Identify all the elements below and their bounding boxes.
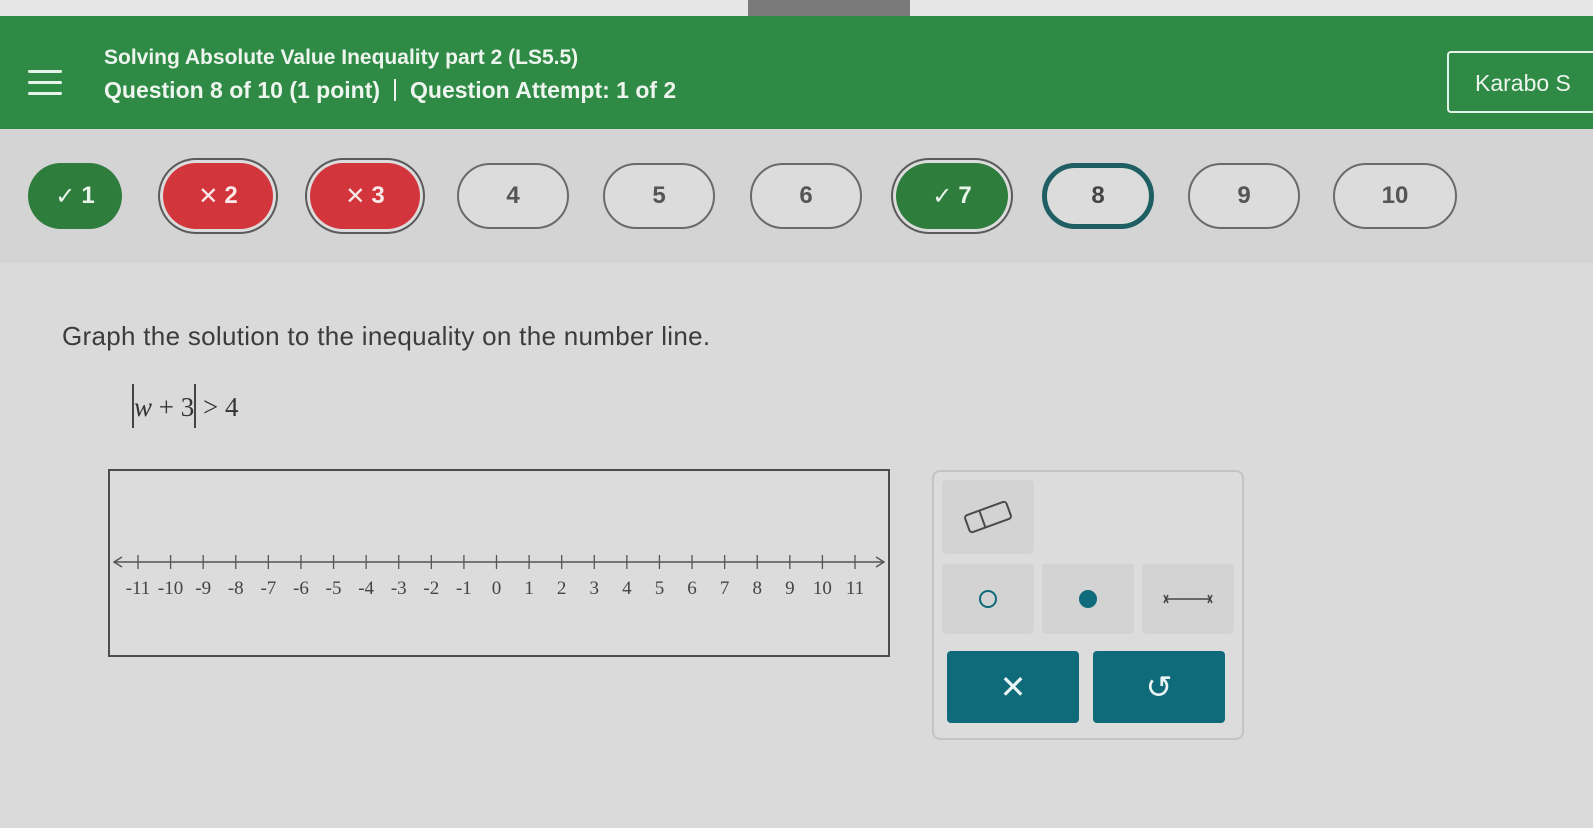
tick-label: 4 (622, 578, 632, 599)
question-prompt: Graph the solution to the inequality on … (62, 321, 711, 351)
assignment-title: Solving Absolute Value Inequality part 2… (104, 46, 579, 69)
tick-label: -6 (293, 578, 309, 599)
undo-button[interactable]: ↺ (1093, 651, 1225, 723)
question-nav-label: 3 (371, 182, 385, 209)
tick-label: -4 (358, 578, 374, 599)
question-nav-label: 4 (506, 182, 520, 209)
question-nav-10[interactable]: 10 (1333, 163, 1457, 229)
expression-relation: > 4 (196, 392, 239, 422)
check-icon: ✓ (55, 182, 76, 210)
tick-label: 0 (492, 578, 502, 599)
question-nav-label: 2 (224, 182, 238, 209)
question-nav-7[interactable]: ✓ 7 (896, 163, 1008, 229)
tick-label: -8 (228, 578, 244, 599)
tick-label: -1 (456, 578, 472, 599)
tick-label: 1 (524, 578, 534, 599)
number-line-svg: -11 -10 -9 -8 -7 -6 -5 -4 -3 -2 -1 0 1 2 3 4 5 6 7 8 9 10 11 (112, 555, 886, 599)
question-nav-label: 1 (81, 182, 95, 209)
tick-label: 5 (655, 578, 665, 599)
closed-point-tool[interactable] (1042, 564, 1134, 634)
clear-icon: ✕ (999, 669, 1027, 705)
question-nav-5[interactable]: 5 (603, 163, 715, 229)
question-nav-label: 6 (799, 182, 813, 209)
question-nav-2[interactable]: ✕ 2 (163, 163, 273, 229)
tick-label: 2 (557, 578, 567, 599)
question-nav-label: 5 (652, 182, 666, 209)
expression-variable: w (134, 392, 153, 422)
tick-label: 11 (846, 578, 864, 599)
tick-label: 7 (720, 578, 730, 599)
tick-label: 9 (785, 578, 795, 599)
inequality-expression: w + 3 > 4 (132, 384, 238, 428)
undo-icon: ↺ (1145, 669, 1173, 705)
tick-label: -2 (423, 578, 439, 599)
open-circle-icon (979, 590, 997, 608)
clear-button[interactable]: ✕ (947, 651, 1079, 723)
header-divider (394, 79, 397, 101)
eraser-icon (964, 500, 1012, 534)
question-nav-label: 10 (1381, 182, 1409, 209)
tick-label: 10 (813, 578, 832, 599)
ray-segment-icon (1163, 594, 1213, 604)
question-nav-1[interactable]: ✓ 1 (28, 163, 122, 229)
attempt-counter: Question Attempt: 1 of 2 (410, 77, 677, 103)
question-nav-label: 9 (1237, 182, 1251, 209)
tick-label: 6 (687, 578, 697, 599)
x-icon: ✕ (198, 182, 219, 210)
number-line-graph-area[interactable]: -11 -10 -9 -8 -7 -6 -5 -4 -3 -2 -1 0 1 2 3 4 5 6 7 8 9 10 11 (108, 469, 890, 657)
question-nav-3[interactable]: ✕ 3 (310, 163, 420, 229)
open-point-tool[interactable] (942, 564, 1034, 634)
question-nav-9[interactable]: 9 (1188, 163, 1300, 229)
tick-label: -10 (158, 578, 183, 599)
user-menu-button[interactable]: Karabo S (1447, 51, 1593, 113)
question-nav-label: 7 (958, 182, 972, 209)
question-status-line: Question 8 of 10 (1 point) Question Attem… (104, 77, 676, 104)
tick-label: -5 (326, 578, 342, 599)
question-nav-6[interactable]: 6 (750, 163, 862, 229)
tick-label: -11 (126, 578, 151, 599)
tick-label: 8 (752, 578, 762, 599)
question-nav-8[interactable]: 8 (1042, 163, 1154, 229)
filled-circle-icon (1079, 590, 1097, 608)
tick-label: -3 (391, 578, 407, 599)
eraser-tool[interactable] (942, 480, 1034, 554)
question-progress: Question 8 of 10 (1 point) (104, 77, 381, 103)
assignment-header: Solving Absolute Value Inequality part 2… (0, 16, 1593, 129)
tick-label: -7 (260, 578, 276, 599)
tick-label: 3 (590, 578, 600, 599)
question-nav-label: 8 (1091, 182, 1105, 209)
hamburger-menu-icon[interactable] (28, 70, 62, 98)
ray-segment-tool[interactable] (1142, 564, 1234, 634)
check-icon: ✓ (932, 182, 953, 210)
question-nav-4[interactable]: 4 (457, 163, 569, 229)
expression-inner: + 3 (152, 392, 195, 422)
x-icon: ✕ (345, 182, 366, 210)
tick-label: -9 (195, 578, 211, 599)
